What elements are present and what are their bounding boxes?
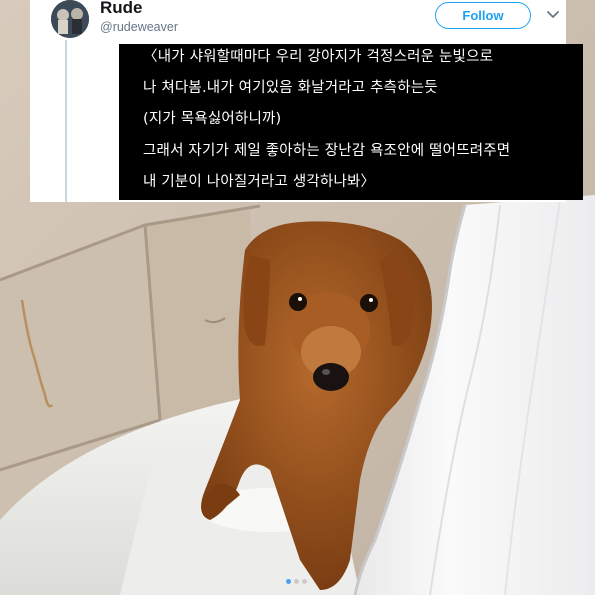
user-name[interactable]: Rude [100, 0, 143, 18]
caption-line: 내 기분이 나아질거라고 생각하나봐〉 [143, 174, 376, 190]
profile-avatar[interactable] [51, 0, 89, 38]
thread-line [65, 40, 67, 202]
tweet-card: Rude @rudeweaver Follow 〈내가 샤워할때마다 우리 강아… [30, 0, 583, 202]
follow-button[interactable]: Follow [435, 2, 531, 29]
carousel-dots [286, 579, 307, 584]
user-handle[interactable]: @rudeweaver [100, 20, 178, 34]
carousel-dot[interactable] [302, 579, 307, 584]
caption-box: 〈내가 샤워할때마다 우리 강아지가 걱정스러운 눈빛으로 나 쳐다봄.내가 여… [119, 44, 583, 200]
caption-line: (지가 목욕싫어하니까) [143, 111, 282, 127]
carousel-dot-active[interactable] [286, 579, 291, 584]
carousel-dot[interactable] [294, 579, 299, 584]
caption-line: 나 쳐다봄.내가 여기있음 화날거라고 추측하는듯 [143, 80, 438, 96]
caption-line: 〈내가 샤워할때마다 우리 강아지가 걱정스러운 눈빛으로 [143, 49, 494, 65]
caption-line: 그래서 자기가 제일 좋아하는 장난감 욕조안에 떨어뜨려주면 [143, 143, 511, 159]
chevron-down-icon[interactable] [545, 7, 561, 23]
